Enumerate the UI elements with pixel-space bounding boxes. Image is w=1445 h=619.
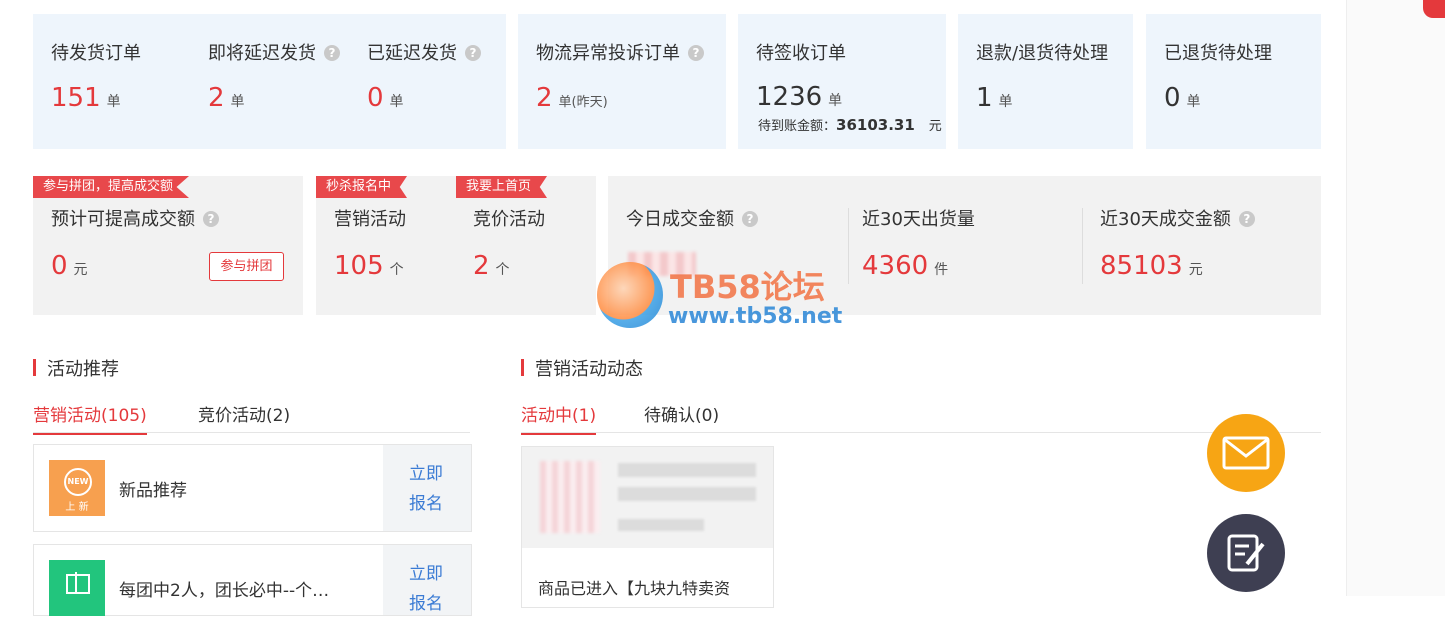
seckill-tag: 秒杀报名中 xyxy=(316,176,408,198)
new-product-icon: NEW 上 新 xyxy=(49,460,105,516)
marketing-count[interactable]: 105 个 xyxy=(334,253,404,279)
help-icon[interactable]: ? xyxy=(1238,211,1255,227)
refund-card: 退款/退货待处理 1单 xyxy=(958,14,1133,149)
signup-link[interactable]: 立即报名 xyxy=(409,459,449,519)
recommend-title: 活动推荐 xyxy=(33,355,119,381)
marketing-label: 营销活动 xyxy=(334,209,406,230)
list-item: 每团中2人，团长必中--个… 立即报名 xyxy=(33,544,472,616)
blurred-text xyxy=(618,487,756,501)
tab-divider xyxy=(33,432,470,433)
to-sign-amount: 待到账金额：36103.31 元 xyxy=(758,116,942,134)
returned-label: 已退货待处理 xyxy=(1164,43,1272,64)
signup-link[interactable]: 立即报名 xyxy=(409,559,449,619)
mail-icon xyxy=(1222,436,1270,470)
help-icon[interactable]: ? xyxy=(465,45,481,61)
join-pin-button[interactable]: 参与拼团 xyxy=(209,252,284,281)
help-icon[interactable]: ? xyxy=(742,211,758,227)
pin-tag: 参与拼团，提高成交额 xyxy=(33,176,190,198)
dynamics-title: 营销活动动态 xyxy=(521,355,643,381)
returned-count[interactable]: 0单 xyxy=(1164,85,1201,111)
to-sign-label: 待签收订单 xyxy=(756,43,846,64)
pin-value: 0元 xyxy=(51,251,88,281)
refund-count[interactable]: 1单 xyxy=(976,85,1013,111)
activity-name: 新品推荐 xyxy=(119,481,187,501)
refund-label: 退款/退货待处理 xyxy=(976,43,1109,64)
edit-icon xyxy=(1227,534,1265,572)
soon-delay-label: 即将延迟发货? xyxy=(208,39,340,65)
bidding-label: 竞价活动 xyxy=(473,209,545,230)
right-panel xyxy=(1346,0,1445,596)
pin-label: 预计可提高成交额? xyxy=(51,205,219,231)
logistics-label: 物流异常投诉订单? xyxy=(536,39,704,65)
list-item: NEW 上 新 新品推荐 立即报名 xyxy=(33,444,472,532)
today-label: 今日成交金额? xyxy=(626,205,758,231)
pending-ship-label: 待发货订单 xyxy=(51,43,141,64)
watermark-title: TB58论坛 xyxy=(670,268,825,306)
ship30-label: 近30天出货量 xyxy=(862,209,975,230)
delayed-count[interactable]: 0单 xyxy=(367,85,404,111)
logistics-card: 物流异常投诉订单? 2 单(昨天) xyxy=(518,14,726,149)
order-stats-card: 待发货订单 151 单 即将延迟发货? 2单 已延迟发货? 0单 xyxy=(33,14,506,149)
watermark-url: www.tb58.net xyxy=(668,304,843,329)
tab-marketing[interactable]: 营销活动(105) xyxy=(33,401,147,435)
corner-badge[interactable] xyxy=(1423,0,1445,18)
logistics-count[interactable]: 2 单(昨天) xyxy=(536,85,608,111)
delayed-label: 已延迟发货? xyxy=(367,39,481,65)
mail-button[interactable] xyxy=(1207,414,1285,492)
bidding-count[interactable]: 2个 xyxy=(473,253,510,279)
gmv30-value: 85103 元 xyxy=(1100,251,1203,281)
gmv30-label: 近30天成交金额? xyxy=(1100,205,1255,231)
returned-card: 已退货待处理 0单 xyxy=(1146,14,1321,149)
product-thumbnail xyxy=(540,461,600,533)
help-icon[interactable]: ? xyxy=(688,45,704,61)
homepage-tag: 我要上首页 xyxy=(456,176,548,198)
tab-active[interactable]: 活动中(1) xyxy=(521,401,597,435)
dynamic-card-header xyxy=(522,447,773,548)
feedback-button[interactable] xyxy=(1207,514,1285,592)
help-icon[interactable]: ? xyxy=(203,211,219,227)
divider xyxy=(1082,208,1083,284)
dynamic-card-text: 商品已进入【九块九特卖资 xyxy=(538,579,731,598)
help-icon[interactable]: ? xyxy=(324,45,340,61)
ship30-value: 4360 件 xyxy=(862,251,949,281)
dynamic-card[interactable]: 商品已进入【九块九特卖资 xyxy=(521,446,774,608)
tab-bidding[interactable]: 竞价活动(2) xyxy=(198,401,290,426)
gift-icon xyxy=(49,560,105,616)
watermark-logo xyxy=(597,262,663,328)
marketing-card: 秒杀报名中 我要上首页 营销活动 105 个 竞价活动 2个 xyxy=(316,176,596,315)
blurred-text xyxy=(618,463,756,477)
activity-name: 每团中2人，团长必中--个… xyxy=(119,581,330,601)
to-sign-count[interactable]: 1236 单 xyxy=(756,84,842,110)
blurred-text xyxy=(618,519,704,531)
pin-card: 参与拼团，提高成交额 预计可提高成交额? 0元 参与拼团 xyxy=(33,176,303,315)
divider xyxy=(848,208,849,284)
to-sign-card: 待签收订单 1236 单 待到账金额：36103.31 元 xyxy=(738,14,946,149)
tab-divider xyxy=(521,432,1321,433)
soon-delay-count[interactable]: 2单 xyxy=(208,85,245,111)
tab-pending[interactable]: 待确认(0) xyxy=(644,401,719,426)
pending-ship-count[interactable]: 151 单 xyxy=(51,85,121,111)
